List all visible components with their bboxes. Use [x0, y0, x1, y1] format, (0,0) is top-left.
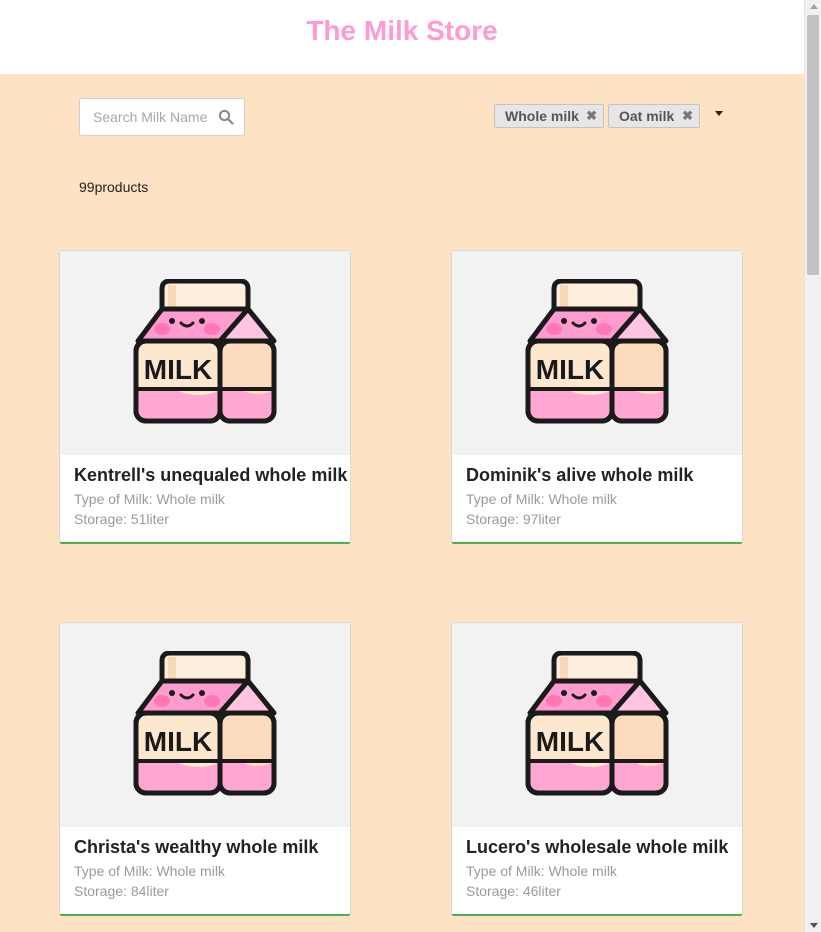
- product-image: MILK: [60, 251, 350, 455]
- product-storage: Storage: 46liter: [466, 883, 561, 899]
- search-box: [79, 98, 245, 136]
- product-image: MILK: [60, 623, 350, 827]
- product-type: Type of Milk: Whole milk: [466, 863, 617, 879]
- filter-chip-label: Whole milk: [505, 108, 579, 124]
- product-storage: Storage: 51liter: [74, 511, 169, 527]
- milk-carton-icon: MILK: [133, 651, 277, 796]
- search-icon[interactable]: [218, 109, 234, 125]
- product-card[interactable]: MILK Lucero's wholesale whole milk Type …: [451, 622, 743, 916]
- product-name: Lucero's wholesale whole milk: [466, 837, 729, 857]
- product-name: Christa's wealthy whole milk: [74, 837, 319, 857]
- product-storage: Storage: 84liter: [74, 883, 169, 899]
- product-type: Type of Milk: Whole milk: [466, 491, 617, 507]
- milk-carton-icon: MILK: [525, 279, 669, 424]
- remove-filter-icon[interactable]: ✖: [682, 105, 693, 127]
- product-type: Type of Milk: Whole milk: [74, 863, 225, 879]
- scroll-up-arrow-icon[interactable]: [810, 4, 818, 9]
- product-card[interactable]: MILK Christa's wealthy whole milk Type o…: [59, 622, 351, 916]
- product-storage: Storage: 97liter: [466, 511, 561, 527]
- product-image: MILK: [452, 623, 742, 827]
- scrollbar-thumb[interactable]: [807, 15, 819, 275]
- remove-filter-icon[interactable]: ✖: [586, 105, 597, 127]
- product-count: 99products: [79, 179, 149, 195]
- svg-text:MILK: MILK: [536, 354, 604, 385]
- svg-text:MILK: MILK: [536, 726, 604, 757]
- product-image: MILK: [452, 251, 742, 455]
- filter-chip-oat-milk: Oat milk ✖: [608, 104, 700, 128]
- svg-text:MILK: MILK: [144, 354, 212, 385]
- product-name: Dominik's alive whole milk: [466, 465, 694, 485]
- store-title: The Milk Store: [306, 15, 498, 46]
- milk-carton-icon: MILK: [133, 279, 277, 424]
- scroll-down-arrow-icon[interactable]: [810, 923, 818, 928]
- filter-chip-whole-milk: Whole milk ✖: [494, 104, 604, 128]
- search-input[interactable]: [80, 99, 216, 135]
- svg-text:MILK: MILK: [144, 726, 212, 757]
- product-card[interactable]: MILK Dominik's alive whole milk Type of …: [451, 250, 743, 544]
- milk-carton-icon: MILK: [525, 651, 669, 796]
- filter-dropdown-icon[interactable]: [715, 111, 723, 116]
- filter-chip-label: Oat milk: [619, 108, 675, 124]
- page-scrollbar[interactable]: [804, 0, 821, 932]
- product-card[interactable]: MILK Kentrell's unequaled whole milk Typ…: [59, 250, 351, 544]
- product-type: Type of Milk: Whole milk: [74, 491, 225, 507]
- header: The Milk Store: [0, 0, 804, 74]
- product-name: Kentrell's unequaled whole milk: [74, 465, 348, 485]
- main-content: Whole milk ✖ Oat milk ✖ 99products: [0, 74, 804, 932]
